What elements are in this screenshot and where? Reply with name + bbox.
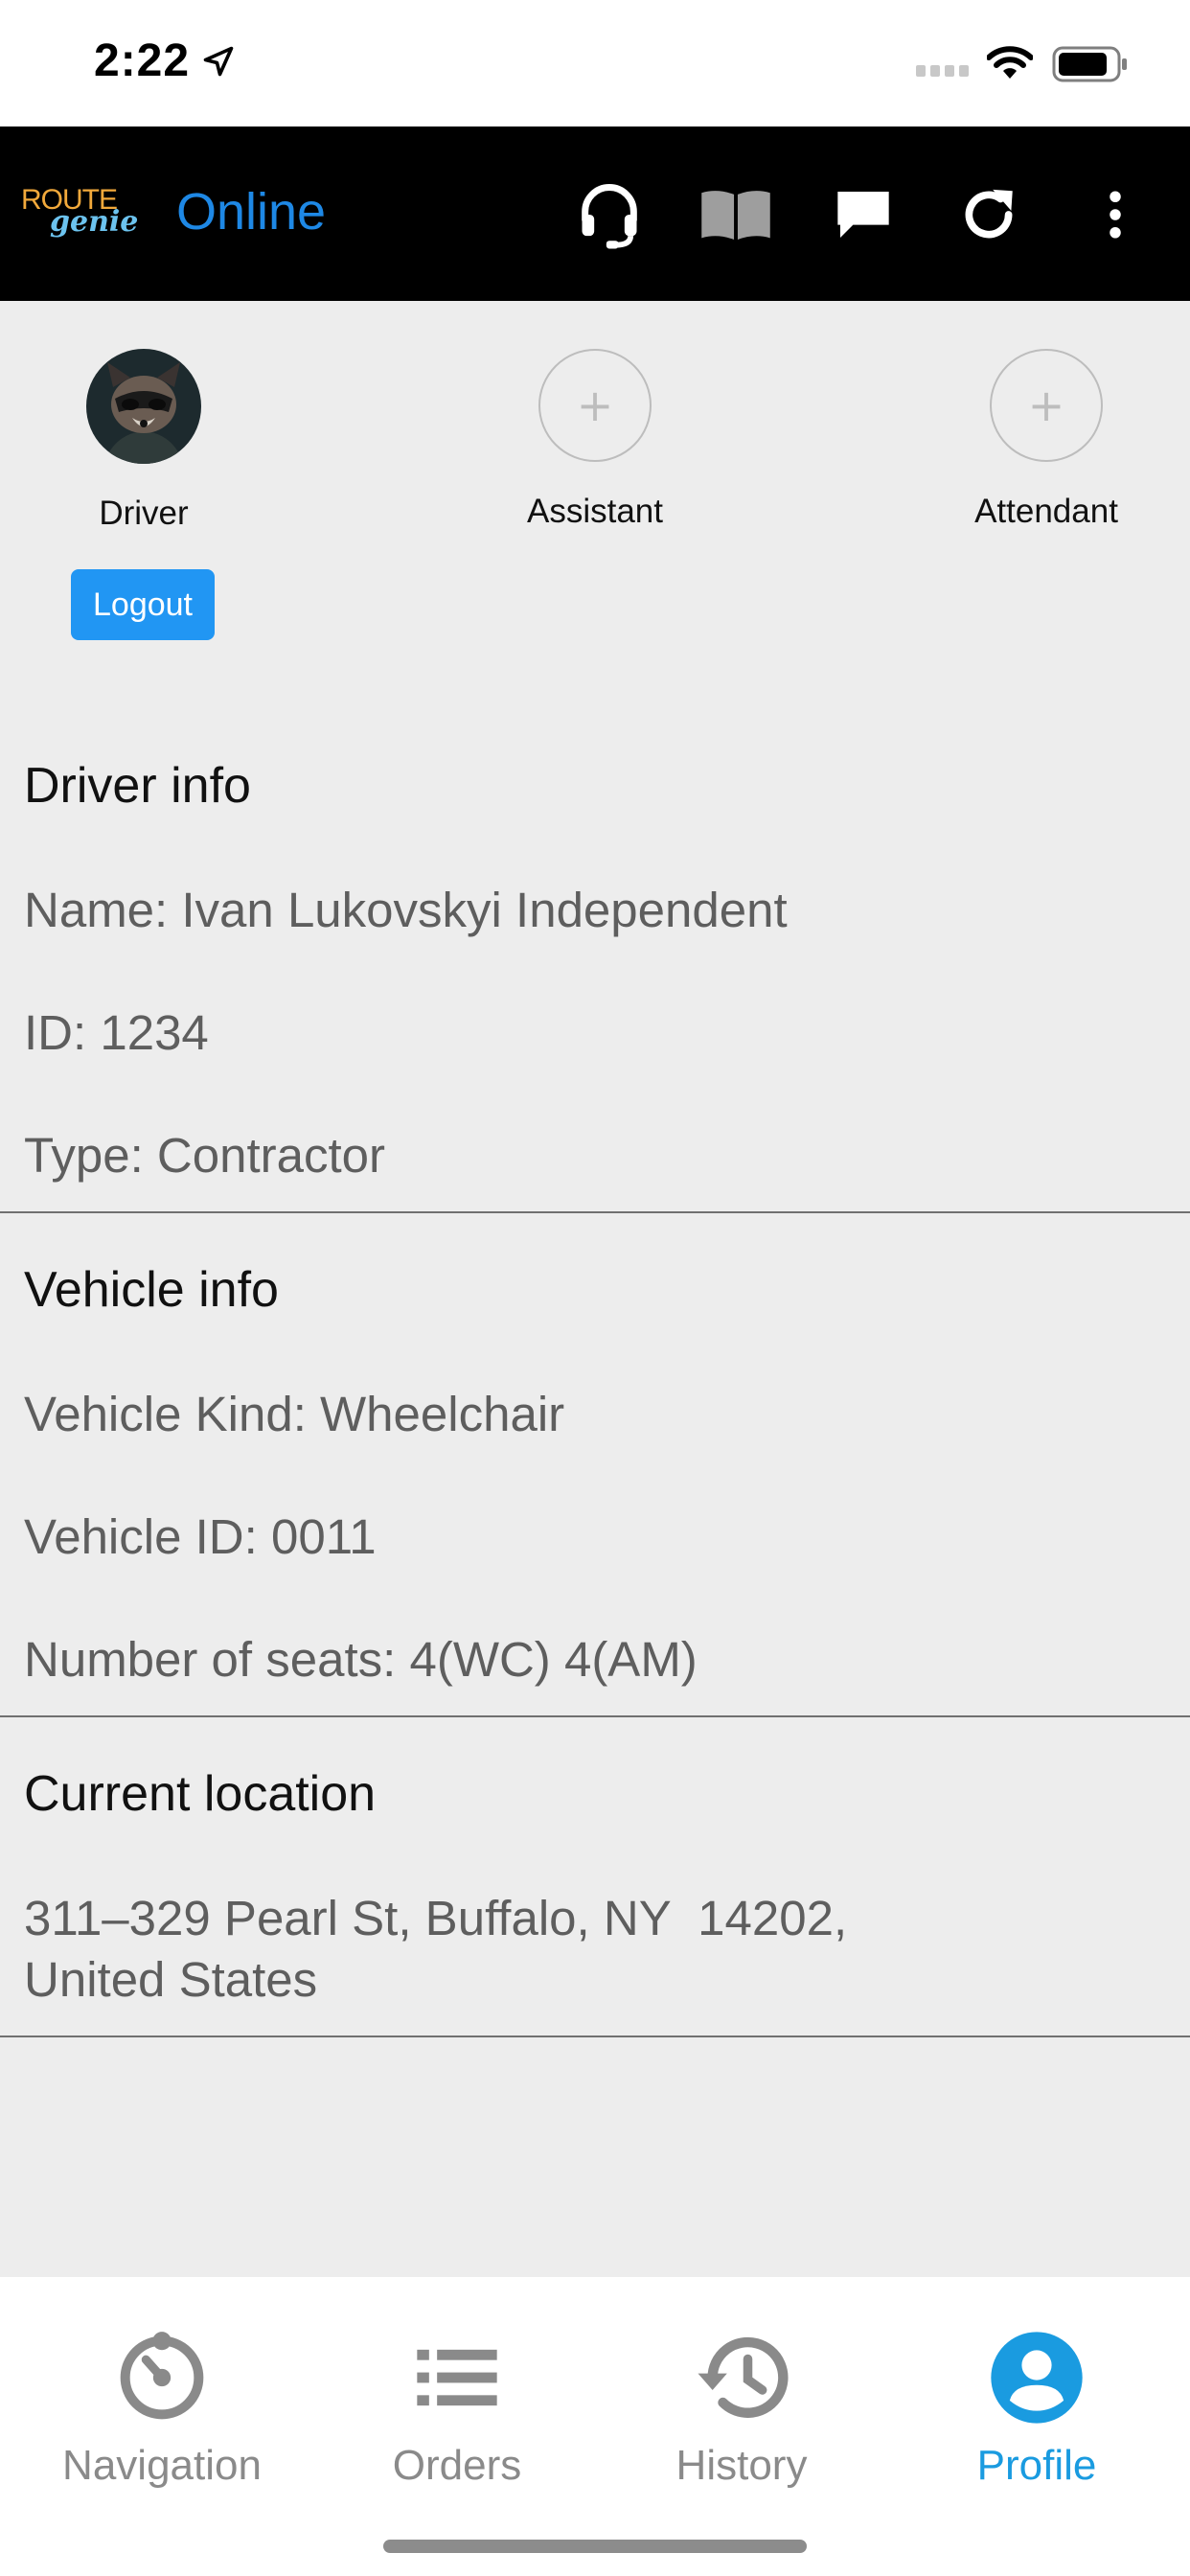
tab-history-label: History — [675, 2442, 808, 2489]
app-header: ROUTE genie Online — [0, 126, 1190, 301]
section-divider — [0, 1211, 1190, 1213]
plus-icon: + — [576, 380, 614, 431]
logo-text-bottom: genie — [50, 205, 139, 239]
more-vert-icon — [1110, 191, 1121, 239]
vehicle-id: Vehicle ID: 0011 — [24, 1509, 377, 1564]
tab-navigation-label: Navigation — [62, 2442, 262, 2489]
manual-button[interactable] — [698, 176, 774, 253]
location-arrow-icon — [203, 46, 234, 77]
attendant-slot: + Attendant — [931, 349, 1161, 531]
home-indicator[interactable] — [383, 2540, 807, 2553]
online-status[interactable]: Online — [176, 182, 326, 242]
bottom-nav: Navigation Orders History Profile — [0, 2277, 1190, 2576]
chat-icon — [837, 192, 889, 238]
more-menu-button[interactable] — [1077, 176, 1154, 253]
support-button[interactable] — [571, 176, 648, 253]
add-attendant-button[interactable]: + — [990, 349, 1103, 462]
assistant-slot: + Assistant — [480, 349, 710, 531]
driver-slot: Driver — [29, 349, 259, 533]
section-divider — [0, 1715, 1190, 1717]
tab-orders-label: Orders — [392, 2442, 522, 2489]
refresh-button[interactable] — [950, 176, 1027, 253]
driver-label: Driver — [99, 494, 189, 532]
messages-button[interactable] — [825, 176, 902, 253]
driver-id: ID: 1234 — [24, 1005, 209, 1060]
tab-navigation[interactable]: Navigation — [28, 2325, 296, 2490]
section-divider — [0, 2036, 1190, 2037]
location-title: Current location — [24, 1766, 377, 1822]
vehicle-info-title: Vehicle info — [24, 1262, 279, 1318]
navigation-icon — [120, 2332, 204, 2420]
tab-history[interactable]: History — [607, 2325, 876, 2490]
list-icon — [417, 2349, 497, 2406]
attendant-label: Attendant — [974, 493, 1118, 530]
driver-name: Name: Ivan Lukovskyi Independent — [24, 883, 788, 937]
driver-avatar[interactable] — [86, 349, 201, 464]
history-icon — [698, 2336, 789, 2418]
tab-profile[interactable]: Profile — [903, 2325, 1171, 2490]
cell-signal-icon — [916, 65, 969, 77]
add-assistant-button[interactable]: + — [538, 349, 652, 462]
location-address-line2: United States — [24, 1952, 318, 2007]
tab-profile-label: Profile — [976, 2442, 1097, 2489]
status-bar: 2:22 — [0, 0, 1190, 126]
raccoon-avatar-image — [86, 349, 201, 464]
book-icon — [701, 191, 770, 240]
profile-icon — [991, 2332, 1083, 2424]
driver-info-title: Driver info — [24, 758, 251, 814]
plus-icon: + — [1027, 380, 1065, 431]
vehicle-seats: Number of seats: 4(WC) 4(AM) — [24, 1632, 698, 1687]
location-address-line1: 311–329 Pearl St, Buffalo, NY 14202, — [24, 1891, 848, 1945]
assistant-label: Assistant — [527, 493, 663, 530]
battery-icon — [1052, 46, 1127, 82]
refresh-icon — [965, 189, 1013, 239]
wifi-icon — [987, 46, 1033, 79]
status-time: 2:22 — [94, 35, 191, 86]
route-genie-logo: ROUTE genie — [21, 184, 138, 251]
vehicle-kind: Vehicle Kind: Wheelchair — [24, 1387, 565, 1441]
logout-button[interactable]: Logout — [71, 569, 215, 640]
headset-icon — [582, 184, 637, 249]
tab-orders[interactable]: Orders — [323, 2325, 591, 2490]
driver-type: Type: Contractor — [24, 1128, 385, 1183]
